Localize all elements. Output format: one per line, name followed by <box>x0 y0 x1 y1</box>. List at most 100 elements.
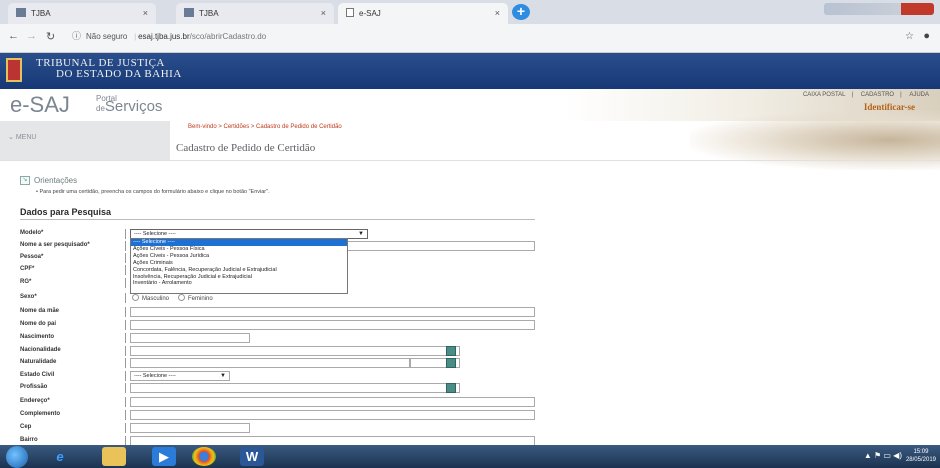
portal-de-text: de <box>96 104 105 113</box>
modelo-option[interactable]: Concordata, Falência, Recuperação Judici… <box>131 267 347 274</box>
menu-bar: ⌄ MENU Bem-vindo > Certidões > Cadastro … <box>0 121 940 161</box>
clock-date: 28/05/2019 <box>905 457 936 463</box>
internet-explorer-icon[interactable]: e <box>48 447 72 466</box>
link-caixa-postal[interactable]: CAIXA POSTAL <box>803 92 846 98</box>
browser-tab-2[interactable]: TJBA × <box>176 3 334 24</box>
naturalidade-city-input[interactable] <box>130 358 410 368</box>
field-marker <box>125 241 128 251</box>
account-icon[interactable]: ● <box>923 30 930 42</box>
field-marker <box>125 293 128 303</box>
security-label: Não seguro <box>85 32 128 41</box>
field-marker <box>125 346 128 356</box>
row-cep: Cep <box>20 423 540 434</box>
esaj-logo[interactable]: e-SAJ <box>10 92 70 118</box>
start-button-icon[interactable] <box>6 446 28 468</box>
menu-toggle[interactable]: ⌄ MENU <box>0 121 170 161</box>
label-cep: Cep <box>20 424 32 430</box>
modelo-option[interactable]: Ações Cíveis - Pessoa Física <box>131 246 347 253</box>
lookup-icon[interactable] <box>446 383 456 393</box>
field-marker <box>125 333 128 343</box>
close-tab-icon[interactable]: × <box>321 8 326 18</box>
browser-tab-3-active[interactable]: e-SAJ × <box>338 3 508 24</box>
court-name: TRIBUNAL DE JUSTIÇA DO ESTADO DA BAHIA <box>36 58 182 80</box>
complemento-input[interactable] <box>130 410 535 420</box>
url-field[interactable]: ⓘ Não seguro | esaj.tjba.jus.br/sco/abri… <box>72 29 908 47</box>
row-nascimento: Nascimento <box>20 333 540 344</box>
radio-feminino[interactable]: Feminino <box>178 294 213 302</box>
window-controls[interactable] <box>824 3 934 15</box>
lookup-icon[interactable] <box>446 346 456 356</box>
nome-pai-input[interactable] <box>130 320 535 330</box>
chrome-icon[interactable] <box>192 447 216 466</box>
modelo-option[interactable]: Ações Cíveis - Pessoa Jurídica <box>131 253 347 260</box>
tjba-favicon-icon <box>184 8 194 17</box>
label-naturalidade: Naturalidade <box>20 359 57 365</box>
cep-input[interactable] <box>130 423 250 433</box>
row-profissao: Profissão <box>20 383 540 394</box>
file-explorer-icon[interactable] <box>102 447 126 466</box>
field-marker <box>125 307 128 317</box>
row-sexo: Sexo* Masculino Feminino <box>20 293 540 304</box>
word-icon[interactable]: W <box>240 447 264 466</box>
modelo-option[interactable]: Inventário - Arrolamento <box>131 280 347 287</box>
clock-time: 15:09 <box>913 449 929 455</box>
label-profissao: Profissão <box>20 384 48 390</box>
label-nacionalidade: Nacionalidade <box>20 347 61 353</box>
modelo-option[interactable]: Insolvência, Recuperação Judicial e Extr… <box>131 274 347 281</box>
menu-label: ⌄ MENU <box>8 134 37 141</box>
nome-mae-input[interactable] <box>130 307 535 317</box>
bookmark-star-icon[interactable]: ☆ <box>905 31 914 42</box>
label-cpf: CPF* <box>20 266 35 272</box>
portal-big-text: Serviços <box>104 98 163 115</box>
clock[interactable]: 15:09 28/05/2019 <box>906 448 936 464</box>
back-arrow-icon[interactable]: ← <box>8 30 19 42</box>
modelo-option[interactable]: Ações Criminais <box>131 260 347 267</box>
nacionalidade-input[interactable] <box>130 346 460 356</box>
label-rg: RG* <box>20 279 32 285</box>
system-tray-icons[interactable]: ▲ ⚑ ▭ ◀) <box>864 451 902 460</box>
collapse-icon[interactable]: ↘ <box>20 176 30 185</box>
browser-tab-1[interactable]: TJBA × <box>8 3 156 24</box>
label-endereco: Endereço* <box>20 398 50 404</box>
tab-title: e-SAJ <box>359 9 381 18</box>
dropdown-arrow-icon: ▼ <box>220 373 226 379</box>
link-cadastro[interactable]: CADASTRO <box>861 92 894 98</box>
new-tab-button[interactable]: + <box>512 4 530 20</box>
windows-taskbar: e ▶ W ▲ ⚑ ▭ ◀) 15:09 28/05/2019 <box>0 445 940 468</box>
radio-feminino-label: Feminino <box>188 296 213 302</box>
link-separator: | <box>900 92 902 98</box>
field-marker <box>125 371 128 381</box>
reload-icon[interactable]: ↻ <box>46 30 55 43</box>
court-name-line2: DO ESTADO DA BAHIA <box>56 68 182 80</box>
profissao-input[interactable] <box>130 383 460 393</box>
lookup-icon[interactable] <box>446 358 456 368</box>
endereco-input[interactable] <box>130 397 535 407</box>
divider <box>0 160 940 161</box>
tab-title: TJBA <box>31 9 51 18</box>
radio-masculino-label: Masculino <box>142 296 170 302</box>
portal-de-servicos-logo: Portal deServiços <box>96 95 163 115</box>
row-pai: Nome do pai <box>20 320 540 331</box>
label-bairro: Bairro <box>20 437 38 443</box>
label-estado-civil: Estado Civil <box>20 372 55 378</box>
row-naturalidade: Naturalidade <box>20 358 540 369</box>
dropdown-arrow-icon: ▼ <box>358 231 364 237</box>
field-marker <box>125 423 128 433</box>
modelo-option[interactable]: ---- Selecione ---- <box>131 239 347 246</box>
row-nacionalidade: Nacionalidade <box>20 346 540 357</box>
breadcrumb[interactable]: Bem-vindo > Certidões > Cadastro de Pedi… <box>188 124 342 130</box>
nascimento-input[interactable] <box>130 333 250 343</box>
close-tab-icon[interactable]: × <box>143 8 148 18</box>
field-marker <box>125 253 128 263</box>
media-player-icon[interactable]: ▶ <box>152 447 176 466</box>
modelo-dropdown-list: ---- Selecione ---- Ações Cíveis - Pesso… <box>130 238 348 294</box>
close-tab-icon[interactable]: × <box>495 8 500 18</box>
estado-civil-select[interactable]: ---- Selecione ---- ▼ <box>130 371 230 381</box>
forward-arrow-icon[interactable]: → <box>26 30 37 42</box>
row-mae: Nome da mãe <box>20 307 540 318</box>
orientacoes-text-body: Para pedir uma certidão, preencha os cam… <box>39 189 270 195</box>
radio-masculino[interactable]: Masculino <box>132 294 169 302</box>
info-icon[interactable]: ⓘ <box>72 31 81 41</box>
top-links: CAIXA POSTAL | CADASTRO | AJUDA <box>800 92 932 98</box>
link-ajuda[interactable]: AJUDA <box>909 92 929 98</box>
